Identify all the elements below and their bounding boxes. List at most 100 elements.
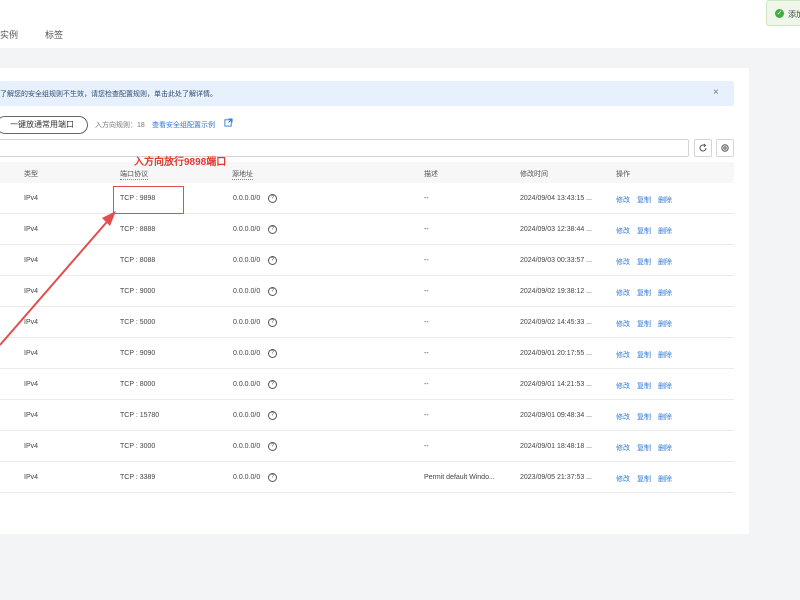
delete-rule-link[interactable]: 删除: [658, 412, 672, 422]
info-icon[interactable]: ?: [268, 225, 277, 234]
delete-rule-link[interactable]: 删除: [658, 350, 672, 360]
delete-rule-link[interactable]: 删除: [658, 195, 672, 205]
info-icon[interactable]: ?: [268, 194, 277, 203]
copy-rule-link[interactable]: 复制: [637, 350, 651, 360]
delete-rule-link[interactable]: 删除: [658, 226, 672, 236]
toast-text: 添加: [788, 10, 800, 19]
edit-rule-link[interactable]: 修改: [616, 288, 630, 298]
tab-instance[interactable]: 实例: [0, 28, 18, 41]
copy-rule-link[interactable]: 复制: [637, 412, 651, 422]
table-row: IPv4 TCP : 5000 0.0.0.0/0? -- 2024/09/02 14:…: [0, 307, 734, 338]
copy-rule-link[interactable]: 复制: [637, 257, 651, 267]
refresh-button[interactable]: [694, 139, 712, 157]
copy-rule-link[interactable]: 复制: [637, 288, 651, 298]
rule-type: IPv4: [24, 474, 39, 481]
security-group-rules-panel: 了解您的安全组规则不生效，请您检查配置规则，单击此处了解详情。 × 一键放通常用…: [0, 68, 749, 534]
rule-modified-time: 2024/09/01 18:48:18 ...: [520, 443, 593, 450]
info-icon[interactable]: ?: [268, 442, 277, 451]
rule-modified-time: 2024/09/01 14:21:53 ...: [520, 381, 593, 388]
table-header: 类型 端口协议 源地址 描述 修改时间 操作: [0, 162, 734, 183]
info-icon[interactable]: ?: [268, 380, 277, 389]
rule-type: IPv4: [24, 195, 39, 202]
notice-text: 了解您的安全组规则不生效，请您检查配置规则，单击此处了解详情。: [0, 91, 217, 98]
info-icon[interactable]: ?: [268, 349, 277, 358]
gear-icon: [721, 144, 729, 152]
rule-modified-time: 2024/09/01 09:48:34 ...: [520, 412, 593, 419]
rule-description: --: [424, 381, 429, 388]
tab-tags[interactable]: 标签: [45, 28, 63, 41]
rule-type: IPv4: [24, 257, 39, 264]
rule-description: --: [424, 257, 429, 264]
rule-source: 0.0.0.0/0: [233, 350, 261, 357]
info-icon[interactable]: ?: [268, 411, 277, 420]
rule-type: IPv4: [24, 319, 39, 326]
table-row: IPv4 TCP : 8088 0.0.0.0/0? -- 2024/09/03 00:…: [0, 245, 734, 276]
delete-rule-link[interactable]: 删除: [658, 443, 672, 453]
rule-port: TCP : 8088: [120, 257, 156, 264]
config-example-link[interactable]: 查看安全组配置示例: [152, 120, 215, 130]
settings-button[interactable]: [716, 139, 734, 157]
top-tab-bar: 实例 标签: [0, 0, 800, 48]
info-icon[interactable]: ?: [268, 318, 277, 327]
rule-description: --: [424, 443, 429, 450]
delete-rule-link[interactable]: 删除: [658, 257, 672, 267]
rule-source: 0.0.0.0/0: [233, 319, 261, 326]
table-row: IPv4 TCP : 3000 0.0.0.0/0? -- 2024/09/01 18:…: [0, 431, 734, 462]
copy-rule-link[interactable]: 复制: [637, 319, 651, 329]
rule-modified-time: 2024/09/02 14:45:33 ...: [520, 319, 593, 326]
rule-type: IPv4: [24, 350, 39, 357]
rule-description: --: [424, 319, 429, 326]
edit-rule-link[interactable]: 修改: [616, 195, 630, 205]
rule-description: --: [424, 350, 429, 357]
table-row: IPv4 TCP : 8000 0.0.0.0/0? -- 2024/09/01 14:…: [0, 369, 734, 400]
delete-rule-link[interactable]: 删除: [658, 319, 672, 329]
edit-rule-link[interactable]: 修改: [616, 350, 630, 360]
rule-actions-bar: 一键放通常用端口 入方向规则：18 查看安全组配置示例: [0, 116, 740, 136]
edit-rule-link[interactable]: 修改: [616, 412, 630, 422]
col-modified: 修改时间: [520, 171, 548, 178]
rule-port: TCP : 3000: [120, 443, 156, 450]
rule-modified-time: 2023/09/05 21:37:53 ...: [520, 474, 593, 481]
rule-port: TCP : 5000: [120, 319, 156, 326]
info-icon[interactable]: ?: [268, 256, 277, 265]
delete-rule-link[interactable]: 删除: [658, 288, 672, 298]
edit-rule-link[interactable]: 修改: [616, 474, 630, 484]
copy-rule-link[interactable]: 复制: [637, 443, 651, 453]
delete-rule-link[interactable]: 删除: [658, 474, 672, 484]
copy-rule-link[interactable]: 复制: [637, 226, 651, 236]
rule-modified-time: 2024/09/01 20:17:55 ...: [520, 350, 593, 357]
edit-rule-link[interactable]: 修改: [616, 257, 630, 267]
rule-modified-time: 2024/09/04 13:43:15 ...: [520, 195, 593, 202]
rule-modified-time: 2024/09/02 19:38:12 ...: [520, 288, 593, 295]
rule-port: TCP : 9090: [120, 350, 156, 357]
close-icon[interactable]: ×: [713, 87, 719, 98]
open-common-ports-button[interactable]: 一键放通常用端口: [0, 116, 88, 134]
rule-port: TCP : 9000: [120, 288, 156, 295]
check-circle-icon: ✓: [775, 9, 784, 18]
annotation-highlight-box: [113, 186, 184, 214]
edit-rule-link[interactable]: 修改: [616, 319, 630, 329]
delete-rule-link[interactable]: 删除: [658, 381, 672, 391]
edit-rule-link[interactable]: 修改: [616, 226, 630, 236]
col-description: 描述: [424, 171, 438, 178]
edit-rule-link[interactable]: 修改: [616, 443, 630, 453]
success-toast: ✓ 添加: [766, 0, 800, 26]
edit-rule-link[interactable]: 修改: [616, 381, 630, 391]
search-input[interactable]: [0, 139, 689, 157]
rule-source: 0.0.0.0/0: [233, 288, 261, 295]
refresh-icon: [699, 143, 707, 152]
rule-source: 0.0.0.0/0: [233, 257, 261, 264]
external-link-icon[interactable]: [224, 118, 233, 127]
rule-modified-time: 2024/09/03 12:38:44 ...: [520, 226, 593, 233]
rule-source: 0.0.0.0/0: [233, 226, 261, 233]
copy-rule-link[interactable]: 复制: [637, 195, 651, 205]
rule-source: 0.0.0.0/0: [233, 195, 261, 202]
inbound-rule-count: 入方向规则：18: [95, 122, 145, 129]
copy-rule-link[interactable]: 复制: [637, 474, 651, 484]
copy-rule-link[interactable]: 复制: [637, 381, 651, 391]
info-icon[interactable]: ?: [268, 473, 277, 482]
rule-description: --: [424, 288, 429, 295]
info-icon[interactable]: ?: [268, 287, 277, 296]
rule-description: --: [424, 226, 429, 233]
rule-type: IPv4: [24, 226, 39, 233]
